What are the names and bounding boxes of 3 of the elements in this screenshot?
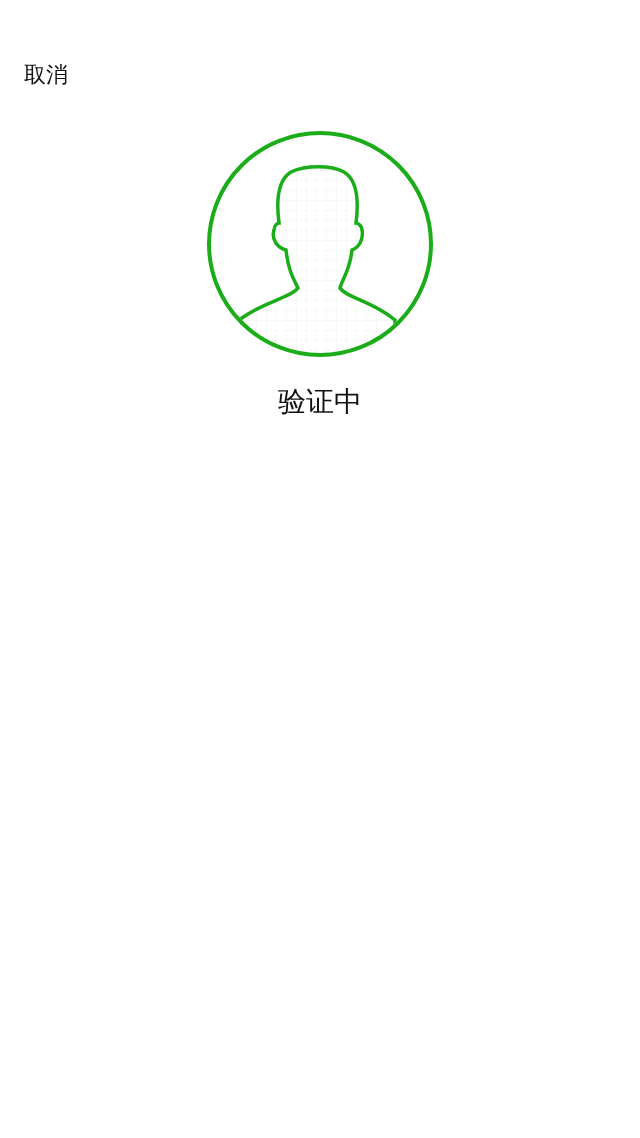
- cancel-button[interactable]: 取消: [24, 60, 68, 90]
- status-text: 验证中: [278, 384, 362, 420]
- person-silhouette-icon: [206, 130, 434, 358]
